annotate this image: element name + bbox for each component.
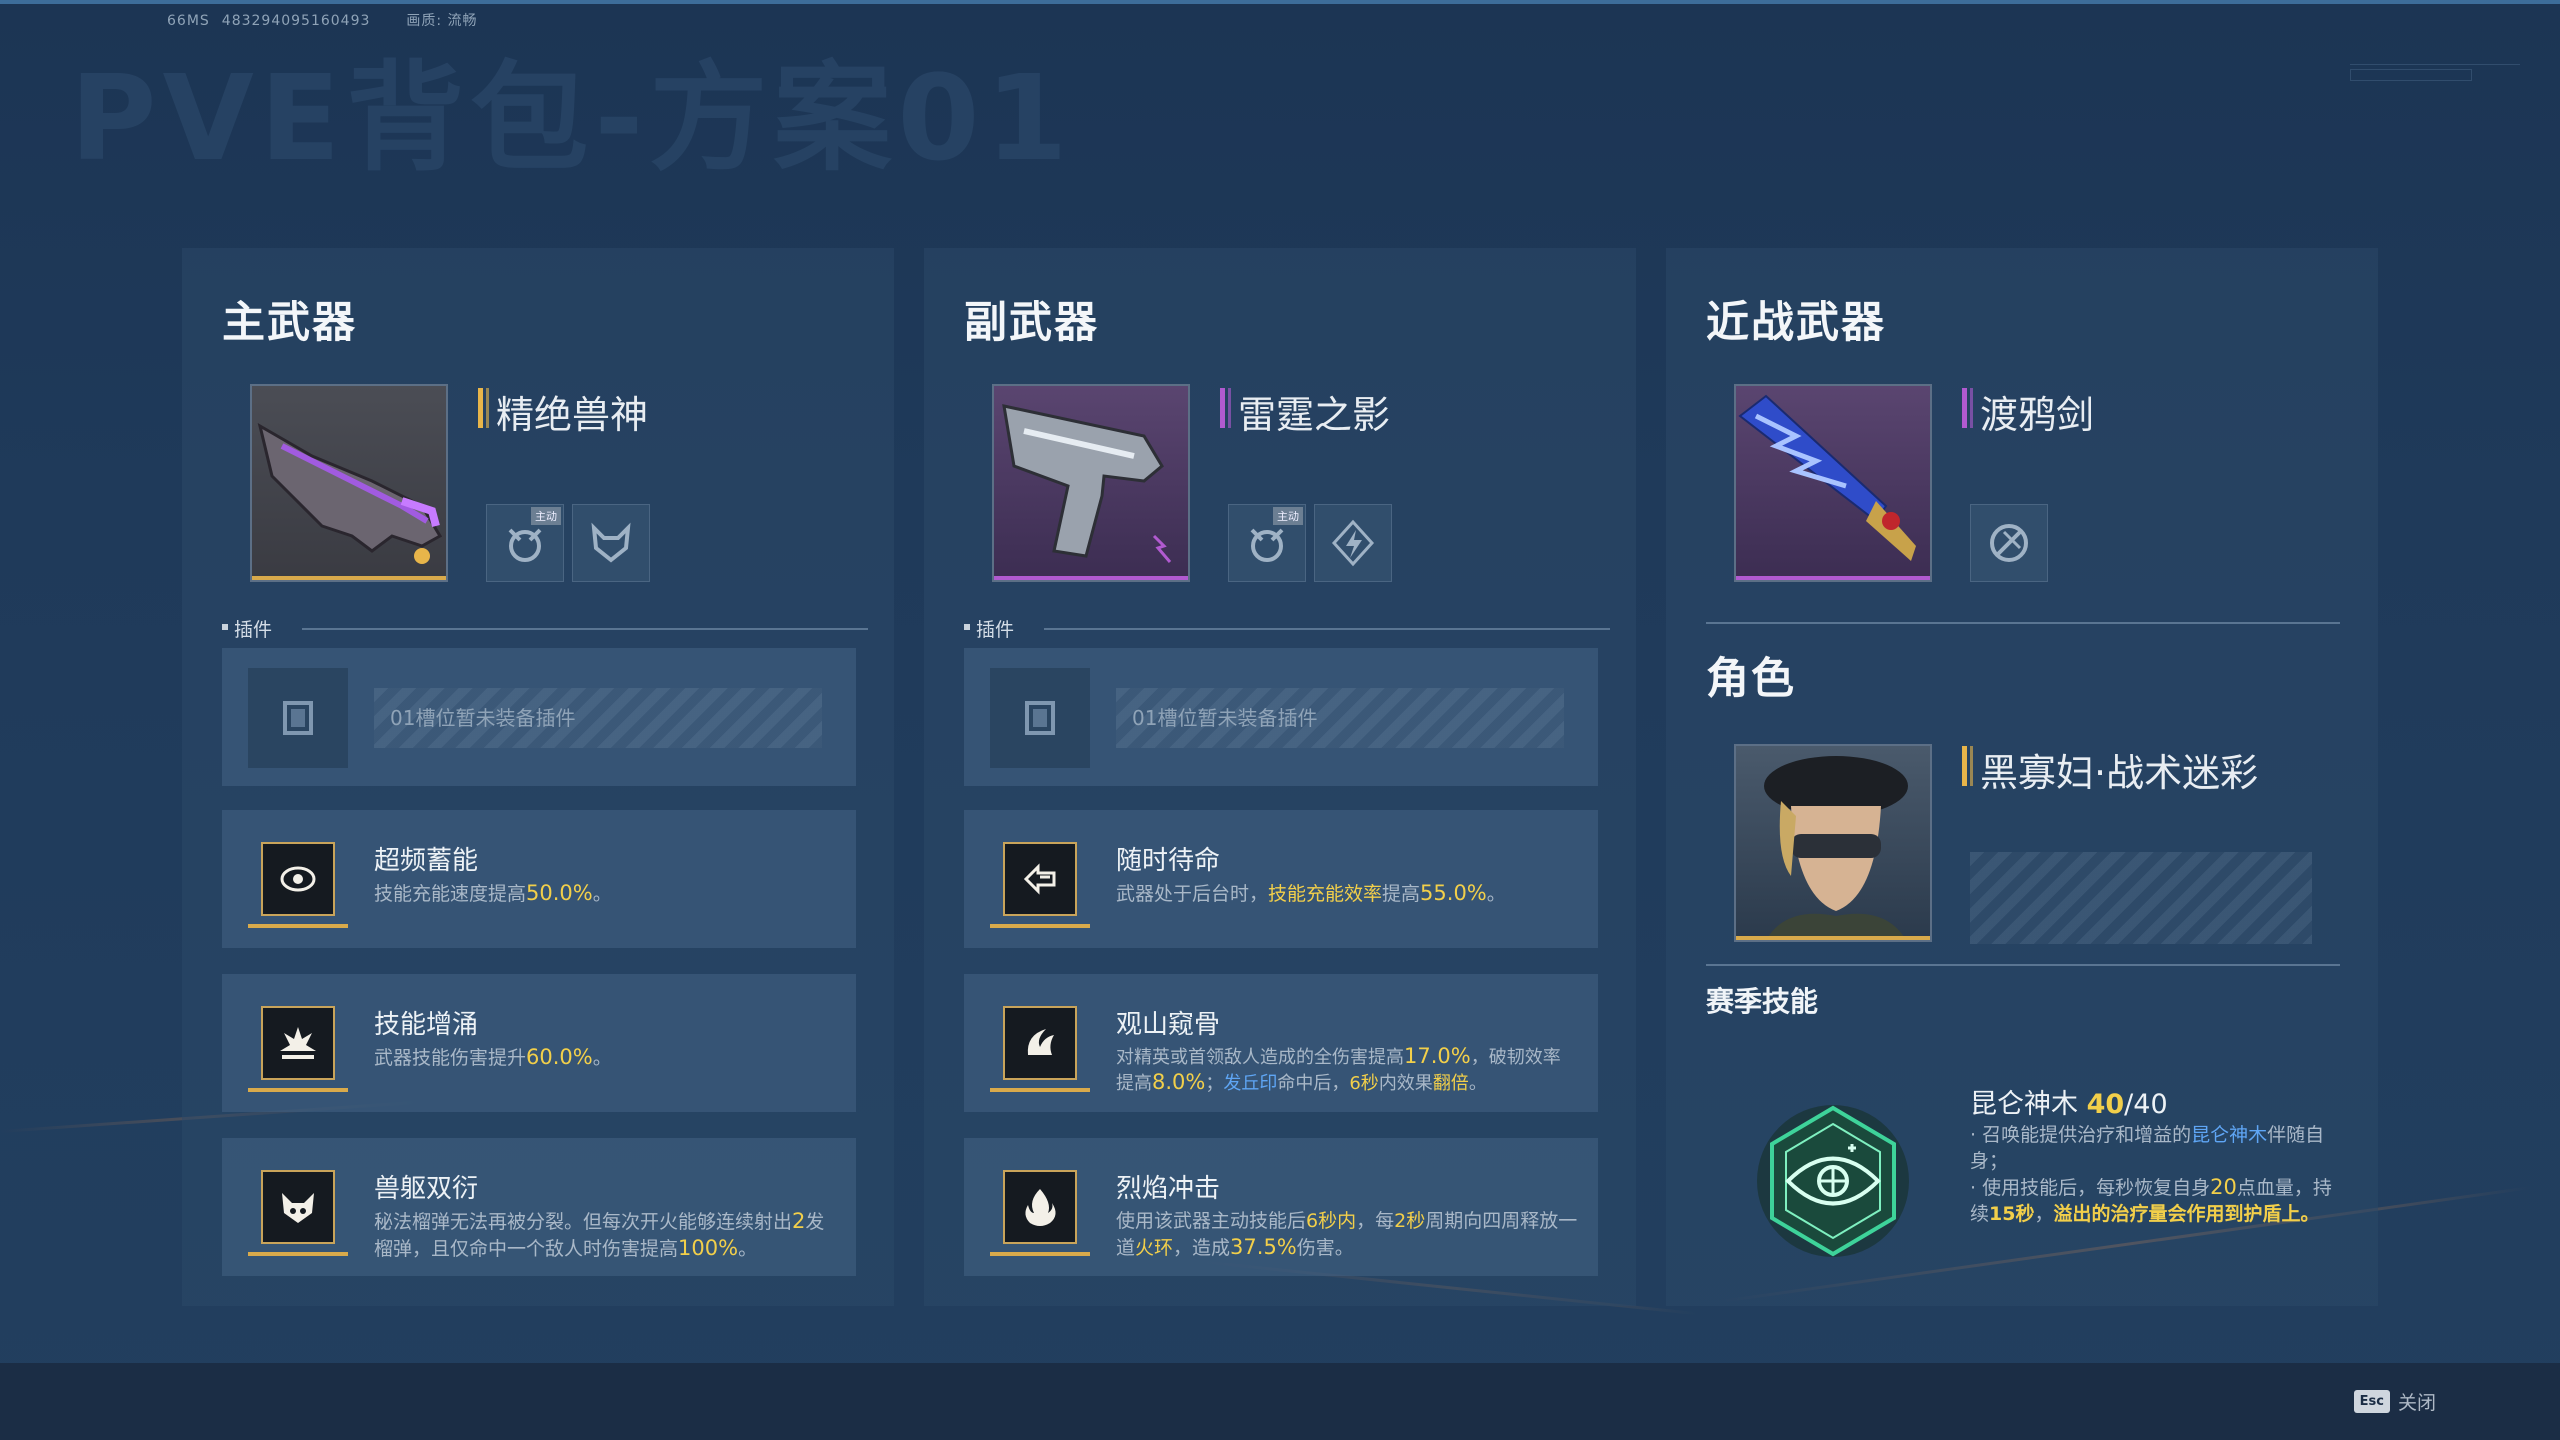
flame-icon: [990, 1158, 1090, 1256]
melee-role-panel: 近战武器 渡鸦剑 角色 黑寡妇·战术迷彩 赛季技能 昆仑神木 40/40 · 召…: [1666, 248, 2378, 1306]
rifle-icon: [257, 422, 443, 564]
secondary-weapon-panel: 副武器 雷霆之影 主动 插件 01槽位暂未装备插件 随时待命 武器处于后台时，技…: [924, 248, 1636, 1306]
no-skill-icon[interactable]: [1970, 504, 2048, 582]
character-avatar: [1764, 756, 1908, 940]
lightning-skill-icon[interactable]: [1314, 504, 1392, 582]
kunlun-tree-icon[interactable]: [1748, 1096, 1918, 1266]
esc-key-icon: Esc: [2353, 1390, 2390, 1413]
active-skill-icon[interactable]: 主动: [486, 504, 564, 582]
panel-heading: 近战武器: [1706, 298, 1886, 348]
active-skill-icon[interactable]: 主动: [1228, 504, 1306, 582]
perk-title: 随时待命: [1116, 846, 1221, 876]
perk-card[interactable]: 烈焰冲击 使用该武器主动技能后6秒内，每2秒周期向四周释放一道火环，造成37.5…: [964, 1138, 1598, 1276]
plugin-slot-icon: [248, 668, 348, 768]
close-button[interactable]: Esc 关闭: [2353, 1388, 2436, 1415]
secondary-weapon-name: 雷霆之影: [1220, 384, 1390, 439]
sword-icon: [1738, 394, 1916, 561]
perk-description: 使用该武器主动技能后6秒内，每2秒周期向四周释放一道火环，造成37.5%伤害。: [1116, 1210, 1578, 1259]
primary-weapon-panel: 主武器 精绝兽神 主动 插件 01槽位暂未装备插件 超频蓄能 技能充能速度提高5…: [182, 248, 894, 1306]
perk-card[interactable]: 观山窥骨 对精英或首领敌人造成的全伤害提高17.0%，破韧效率提高8.0%；发丘…: [964, 974, 1598, 1112]
beast-twin-icon: [248, 1158, 348, 1256]
perk-description: 秘法榴弹无法再被分裂。但每次开火能够连续射出2发榴弹，且仅命中一个敌人时伤害提高…: [374, 1209, 825, 1260]
skill-tag: 主动: [1273, 507, 1303, 525]
plugins-section-label: 插件: [222, 615, 868, 642]
top-accent-line: [0, 0, 2560, 4]
close-label: 关闭: [2397, 1392, 2436, 1414]
section-divider: [1706, 964, 2340, 966]
perk-card[interactable]: 兽躯双衍 秘法榴弹无法再被分裂。但每次开火能够连续射出2发榴弹，且仅命中一个敌人…: [222, 1138, 856, 1276]
skill-surge-icon: [248, 994, 348, 1092]
panel-heading: 副武器: [964, 298, 1099, 348]
role-heading: 角色: [1706, 654, 1796, 704]
perk-title: 观山窥骨: [1116, 1010, 1221, 1040]
perk-title: 技能增涌: [374, 1010, 479, 1040]
perk-title: 兽躯双衍: [374, 1174, 479, 1204]
perk-card[interactable]: 技能增涌 武器技能伤害提升60.0%。: [222, 974, 856, 1112]
page-title: PVE背包-方案01: [70, 49, 1074, 187]
overclock-charge-icon: [248, 830, 348, 928]
section-divider: [1706, 622, 2340, 624]
panel-heading: 主武器: [222, 298, 357, 348]
bone-sight-icon: [990, 994, 1090, 1092]
perk-description: 对精英或首领敌人造成的全伤害提高17.0%，破韧效率提高8.0%；发丘印命中后，…: [1116, 1044, 1561, 1094]
bottom-bar: [0, 1363, 2560, 1440]
melee-weapon-name: 渡鸦剑: [1962, 384, 2094, 439]
standby-icon: [990, 830, 1090, 928]
skill-tag: 主动: [531, 507, 561, 525]
perk-title: 烈焰冲击: [1116, 1174, 1221, 1204]
primary-weapon-image[interactable]: [250, 384, 448, 582]
primary-weapon-name: 精绝兽神: [478, 384, 648, 439]
melee-weapon-image[interactable]: [1734, 384, 1932, 582]
character-placeholder-stripe: [1970, 852, 2312, 944]
pistol-icon: [1002, 404, 1172, 563]
perk-title: 超频蓄能: [374, 846, 479, 876]
season-skill-heading: 赛季技能: [1706, 985, 1819, 1018]
plugin-slot[interactable]: 01槽位暂未装备插件: [964, 648, 1598, 786]
perk-description: 武器处于后台时，技能充能效率提高55.0%。: [1116, 881, 1506, 905]
corner-decoration: [2350, 64, 2520, 87]
plugin-slot-text: 01槽位暂未装备插件: [1116, 688, 1564, 748]
secondary-weapon-image[interactable]: [992, 384, 1190, 582]
plugin-slot[interactable]: 01槽位暂未装备插件: [222, 648, 856, 786]
season-skill-name: 昆仑神木 40/40: [1970, 1089, 2168, 1120]
perk-description: 武器技能伤害提升60.0%。: [374, 1045, 612, 1069]
character-portrait[interactable]: [1734, 744, 1932, 942]
season-skill-description: · 召唤能提供治疗和增益的昆仑神木伴随自身； · 使用技能后，每秒恢复自身20点血…: [1970, 1124, 2332, 1225]
character-name: 黑寡妇·战术迷彩: [1962, 742, 2258, 797]
plugin-slot-icon: [990, 668, 1090, 768]
plugins-section-label: 插件: [964, 615, 1610, 642]
perk-description: 技能充能速度提高50.0%。: [374, 881, 612, 905]
perk-card[interactable]: 随时待命 武器处于后台时，技能充能效率提高55.0%。: [964, 810, 1598, 948]
perk-card[interactable]: 超频蓄能 技能充能速度提高50.0%。: [222, 810, 856, 948]
beast-skill-icon[interactable]: [572, 504, 650, 582]
plugin-slot-text: 01槽位暂未装备插件: [374, 688, 822, 748]
